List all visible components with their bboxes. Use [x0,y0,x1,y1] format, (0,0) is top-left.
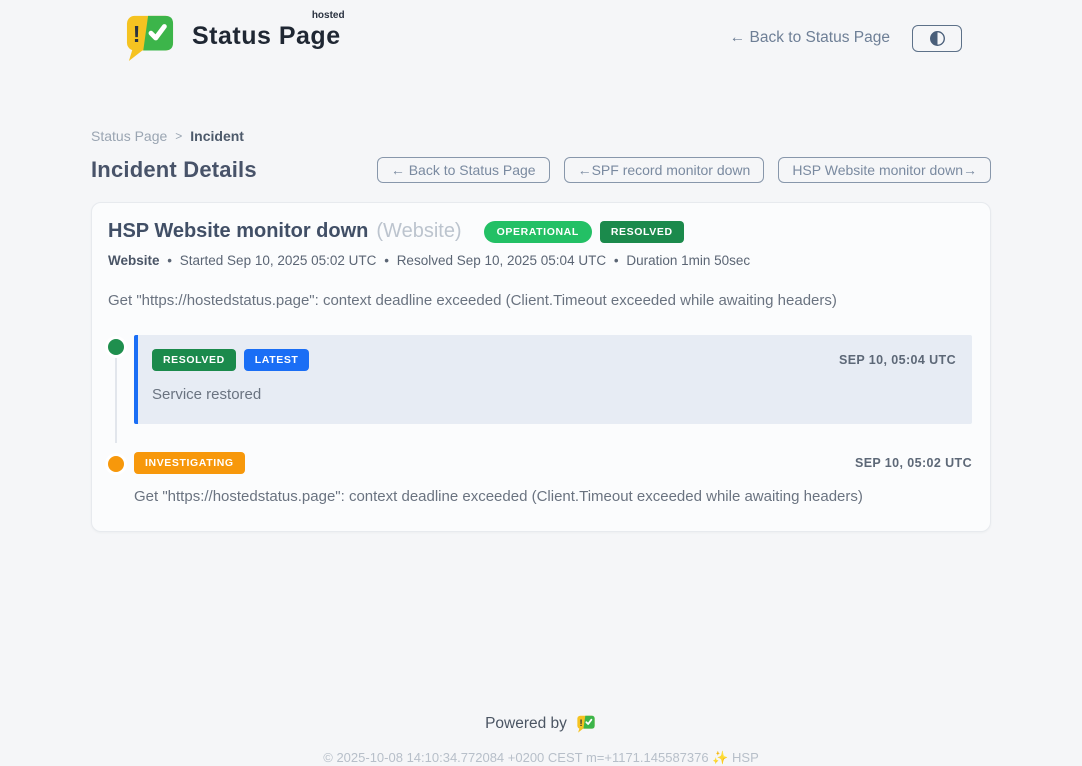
timeline-entry-body: INVESTIGATING SEP 10, 05:02 UTC Get "htt… [134,452,972,505]
operational-badge: OPERATIONAL [484,221,592,243]
resolved-badge: RESOLVED [600,221,684,243]
meta-separator: • [614,253,619,268]
timeline-entry-body: RESOLVED LATEST SEP 10, 05:04 UTC Servic… [134,335,972,424]
breadcrumb-status-page[interactable]: Status Page [91,128,167,144]
entry-message: Service restored [152,386,956,403]
entry-status-badge: INVESTIGATING [134,452,245,474]
timeline-entry-investigating: INVESTIGATING SEP 10, 05:02 UTC Get "htt… [108,452,972,505]
footer: Powered by ! © 2025-10-08 14:10:34.77208… [91,715,991,766]
previous-incident-button[interactable]: ←SPF record monitor down [564,157,765,183]
status-page-logo-icon: ! [118,14,182,62]
incident-nav-buttons: ← Back to Status Page ←SPF record monito… [377,157,991,183]
breadcrumb-separator: > [175,129,182,143]
header: ! Status Page hosted ← Back to Status Pa… [0,0,1082,62]
back-to-status-page-button[interactable]: ← Back to Status Page [377,157,550,183]
incident-title: HSP Website monitor down [108,220,368,243]
entry-timestamp: SEP 10, 05:04 UTC [839,353,956,367]
meta-separator: • [167,253,172,268]
incident-description: Get "https://hostedstatus.page": context… [108,292,972,309]
contrast-icon [929,30,946,47]
entry-latest-badge: LATEST [244,349,310,371]
meta-duration: Duration 1min 50sec [626,253,750,268]
brand-name: Status Page [192,22,341,50]
meta-separator: • [384,253,389,268]
meta-resolved: Resolved Sep 10, 2025 05:04 UTC [397,253,606,268]
meta-component: Website [108,253,160,268]
main-content: Status Page > Incident Incident Details … [91,128,991,766]
timeline-dot-orange [108,456,124,472]
incident-meta: Website • Started Sep 10, 2025 05:02 UTC… [108,253,972,268]
breadcrumb: Status Page > Incident [91,128,991,144]
svg-text:!: ! [133,21,141,47]
status-page-logo-icon-small[interactable]: ! [575,715,597,733]
next-incident-button[interactable]: HSP Website monitor down→ [778,157,991,183]
timeline-entry-resolved: RESOLVED LATEST SEP 10, 05:04 UTC Servic… [108,335,972,424]
timeline-dot-green [108,339,124,355]
meta-started: Started Sep 10, 2025 05:02 UTC [180,253,377,268]
incident-timeline: RESOLVED LATEST SEP 10, 05:04 UTC Servic… [108,335,972,505]
theme-toggle-button[interactable] [912,25,962,52]
svg-text:!: ! [579,718,582,728]
powered-by-label: Powered by [485,715,567,733]
entry-timestamp: SEP 10, 05:02 UTC [855,456,972,470]
brand-logo[interactable]: ! Status Page hosted [118,14,341,62]
entry-message: Get "https://hostedstatus.page": context… [134,488,972,505]
incident-component: (Website) [376,220,461,243]
header-back-link[interactable]: ← Back to Status Page [730,29,890,47]
entry-status-badge: RESOLVED [152,349,236,371]
incident-card: HSP Website monitor down (Website) OPERA… [91,202,991,532]
page-title: Incident Details [91,157,257,183]
brand-superscript: hosted [312,10,345,21]
copyright-text: © 2025-10-08 14:10:34.772084 +0200 CEST … [91,750,991,766]
breadcrumb-incident: Incident [190,128,244,144]
